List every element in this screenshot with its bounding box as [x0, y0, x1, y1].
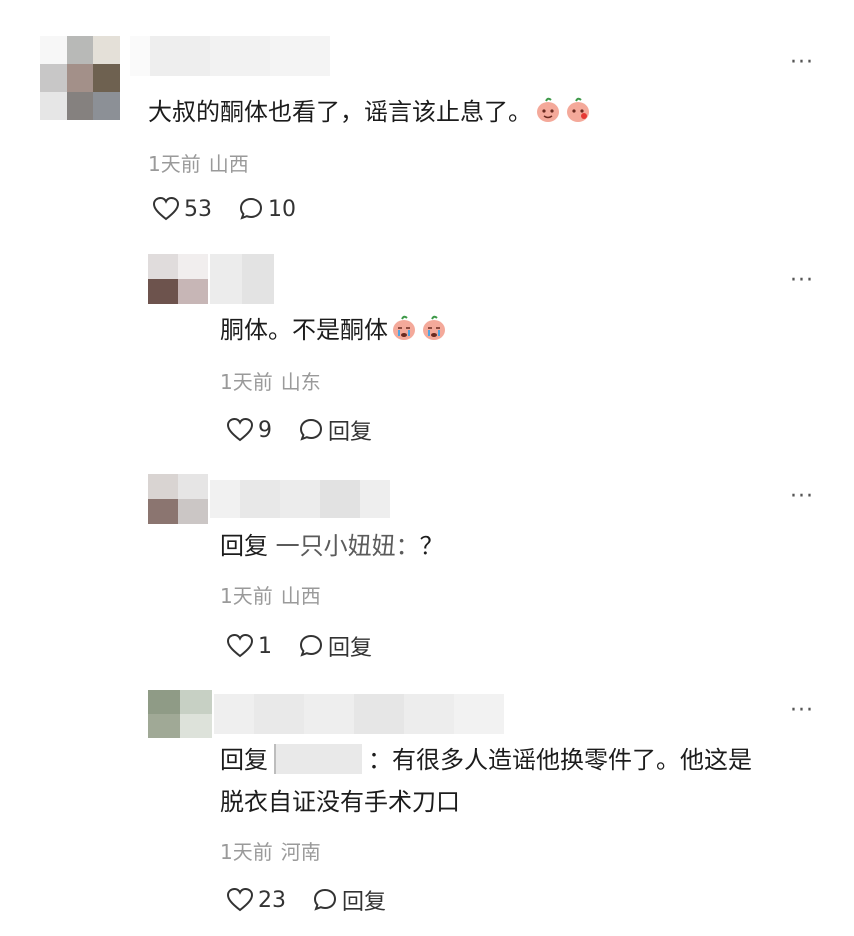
avatar[interactable]	[148, 254, 208, 304]
comment-text: 大叔的酮体也看了，谣言该止息了。	[148, 92, 592, 136]
comment-text: 回复 一只小妞妞：？	[220, 526, 444, 566]
reply-label: 回复	[328, 636, 373, 661]
comment-actions: 9 回复	[226, 414, 372, 446]
comment-actions: 23 回复	[226, 884, 386, 916]
comment-time: 1天前	[220, 584, 273, 608]
comment-meta: 1天前 山西	[220, 584, 321, 608]
like-button[interactable]: 23	[226, 887, 286, 913]
reply-count: 10	[268, 196, 296, 222]
heart-icon	[152, 196, 180, 222]
reply-button[interactable]: 回复	[298, 414, 372, 446]
more-options-icon[interactable]: ···	[790, 486, 814, 508]
like-button[interactable]: 9	[226, 417, 272, 443]
reply-prefix: 回复	[220, 532, 268, 560]
avatar[interactable]	[40, 36, 120, 120]
comment-meta: 1天前 山西	[148, 152, 249, 176]
peach-emoji	[564, 96, 592, 136]
avatar[interactable]	[148, 474, 208, 524]
comment-location: 山西	[280, 584, 321, 608]
redacted-username[interactable]	[274, 744, 362, 774]
like-count: 1	[258, 633, 272, 659]
reply-prefix: 回复	[220, 746, 268, 774]
comment-actions: 1 回复	[226, 630, 372, 662]
heart-icon	[226, 633, 254, 659]
comment-body-line2: 脱衣自证没有手术刀口	[220, 788, 460, 816]
peach-cry-emoji	[390, 314, 418, 354]
more-options-icon[interactable]: ···	[790, 52, 814, 74]
reply-button[interactable]: 回复	[298, 630, 372, 662]
comment-actions: 53 10	[152, 196, 296, 222]
reply-button[interactable]: 10	[238, 196, 296, 222]
comment-location: 山东	[280, 370, 321, 394]
reply-target[interactable]: 一只小妞妞：	[276, 532, 420, 560]
reply-label: 回复	[328, 420, 373, 445]
comment-time: 1天前	[220, 370, 273, 394]
username[interactable]	[130, 36, 330, 76]
comment-text-line2: 脱衣自证没有手术刀口	[220, 782, 460, 822]
like-count: 53	[184, 196, 212, 222]
comment-body: ？	[419, 532, 444, 560]
comment-location: 河南	[280, 840, 321, 864]
like-button[interactable]: 1	[226, 633, 272, 659]
heart-icon	[226, 417, 254, 443]
peach-emoji	[534, 96, 562, 136]
like-count: 9	[258, 417, 272, 443]
more-options-icon[interactable]: ···	[790, 700, 814, 722]
reply-label: 回复	[342, 890, 387, 915]
speech-bubble-icon	[298, 417, 324, 443]
reply-button[interactable]: 回复	[312, 884, 386, 916]
username[interactable]	[210, 254, 274, 304]
speech-bubble-icon	[298, 633, 324, 659]
avatar[interactable]	[148, 690, 212, 738]
comment-text: 回复 ：有很多人造谣他换零件了。他这是	[220, 740, 752, 780]
username[interactable]	[210, 480, 390, 518]
comment-time: 1天前	[148, 152, 201, 176]
like-count: 23	[258, 887, 286, 913]
comment-meta: 1天前 河南	[220, 840, 321, 864]
like-button[interactable]: 53	[152, 196, 212, 222]
comment-meta: 1天前 山东	[220, 370, 321, 394]
speech-bubble-icon	[312, 887, 338, 913]
comment-location: 山西	[208, 152, 249, 176]
speech-bubble-icon	[238, 196, 264, 222]
comment-body: 大叔的酮体也看了，谣言该止息了。	[148, 98, 532, 126]
more-options-icon[interactable]: ···	[790, 270, 814, 292]
peach-cry-emoji	[420, 314, 448, 354]
comment-time: 1天前	[220, 840, 273, 864]
comment-body: 胴体。不是酮体	[220, 316, 388, 344]
comment-body-line1: ：有很多人造谣他换零件了。他这是	[368, 746, 752, 774]
username[interactable]	[214, 694, 504, 734]
comment-text: 胴体。不是酮体	[220, 310, 448, 354]
heart-icon	[226, 887, 254, 913]
